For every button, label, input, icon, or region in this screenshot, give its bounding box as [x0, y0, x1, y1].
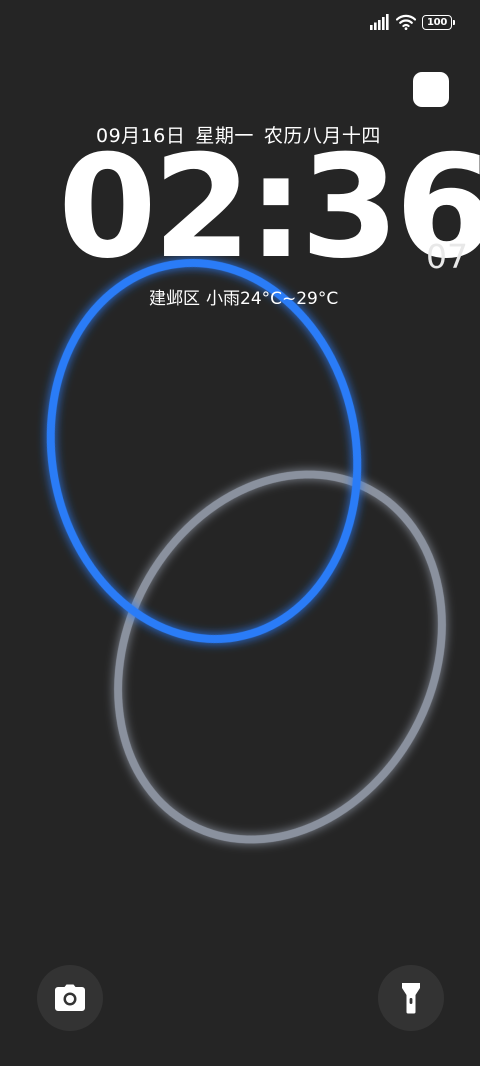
status-bar: 100: [370, 10, 455, 34]
wifi-icon: [396, 14, 416, 30]
camera-button[interactable]: [37, 965, 103, 1031]
widget-square[interactable]: [413, 72, 449, 107]
clock-seconds: 07: [426, 237, 468, 276]
location: 建邺区: [149, 289, 200, 309]
gray-ring: [114, 470, 446, 844]
battery-level: 100: [427, 16, 447, 28]
signal-icon: [370, 14, 389, 30]
flashlight-icon: [402, 983, 420, 1014]
weather-line: 建邺区 小雨24°C~29°C: [149, 284, 338, 309]
flashlight-button[interactable]: [378, 965, 444, 1031]
camera-icon: [55, 984, 85, 1011]
battery-icon: 100: [422, 14, 455, 30]
clock-time: 02:36: [58, 125, 480, 290]
lockscreen: 100 09月16日 星期一 农历八月十四 02:36 07 建邺区 小雨24°C~2…: [0, 0, 480, 1066]
weather: 小雨24°C~29°C: [206, 289, 339, 309]
